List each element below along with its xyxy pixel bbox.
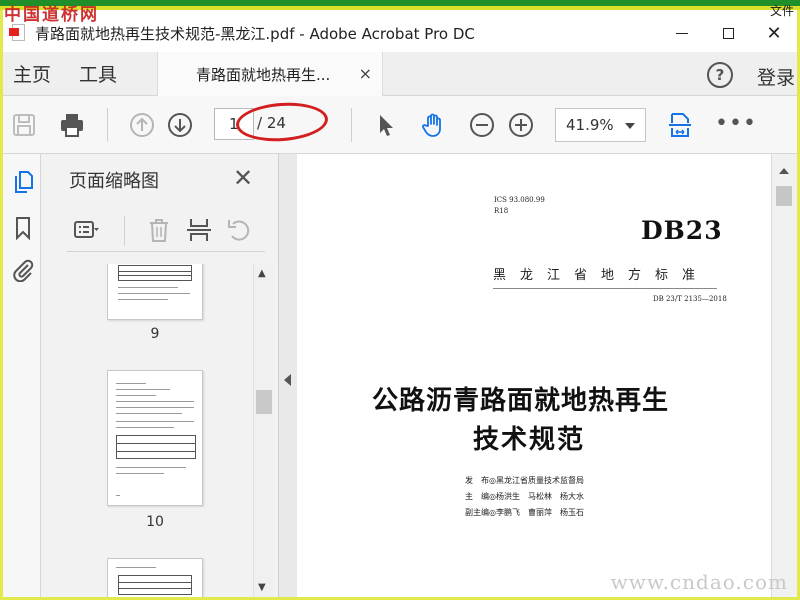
pdf-standard-number: DB 23/T 2135—2018 — [653, 295, 727, 303]
toolbar-divider — [107, 108, 108, 142]
insert-page-icon — [187, 219, 211, 241]
zoom-out-icon — [470, 113, 494, 137]
zoom-in-button[interactable] — [506, 110, 536, 140]
select-tool-button[interactable] — [371, 110, 401, 140]
frame-top-border — [0, 0, 800, 10]
scroll-up-icon[interactable]: ▲ — [258, 268, 266, 279]
tab-close-icon[interactable]: × — [359, 64, 372, 83]
bookmark-icon — [16, 217, 30, 241]
page-thumbnail[interactable] — [107, 370, 203, 506]
fit-page-icon — [669, 113, 691, 137]
more-tools-button[interactable]: ••• — [715, 111, 757, 136]
panel-collapse-strip[interactable] — [279, 154, 297, 597]
main-toolbar: 1 / 24 41.9% ••• — [3, 96, 797, 154]
watermark-top-left: 中国道桥网 — [4, 5, 99, 25]
thumbnail-scrollbar[interactable]: ▲ ▼ — [253, 264, 273, 597]
zoom-value: 41.9% — [566, 116, 614, 134]
pdf-associate-editor: 副主编◎李鹏飞 曹丽萍 杨玉石 — [465, 508, 584, 517]
attachment-icon — [13, 259, 34, 283]
pdf-title-line-2: 技术规范 — [473, 425, 586, 455]
scrollbar-thumb[interactable] — [776, 186, 792, 206]
rotate-page-button[interactable] — [225, 216, 253, 244]
pdf-chief-editor: 主 编◎杨洪生 马松林 杨大水 — [465, 492, 584, 501]
window-titlebar: 青路面就地热再生技术规范-黑龙江.pdf - Adobe Acrobat Pro… — [3, 14, 797, 52]
scrollbar-thumb[interactable] — [256, 390, 272, 414]
zoom-in-icon — [509, 113, 533, 137]
document-scrollbar[interactable] — [771, 154, 797, 597]
panel-close-icon[interactable]: ✕ — [233, 164, 253, 192]
panel-toolbar — [67, 204, 265, 252]
attachments-button[interactable] — [11, 258, 35, 283]
navigation-rail — [3, 154, 41, 597]
zoom-out-button[interactable] — [467, 110, 497, 140]
login-button[interactable]: 登录 — [757, 63, 795, 90]
thumbnail-page-number: 9 — [150, 326, 160, 342]
scroll-up-icon[interactable] — [779, 168, 789, 174]
pdf-header-rule — [493, 288, 717, 289]
pdf-province-standard: 黑龙江省地方标准 — [493, 268, 710, 283]
watermark-bottom-right: www.cndao.com — [610, 570, 788, 594]
toolbar-divider — [351, 108, 352, 142]
bookmarks-button[interactable] — [11, 216, 35, 241]
options-menu-icon — [74, 221, 99, 238]
rotate-icon — [228, 220, 250, 241]
page-thumbnails-icon — [15, 171, 33, 193]
window-title: 青路面就地热再生技术规范-黑龙江.pdf - Adobe Acrobat Pro… — [35, 24, 475, 43]
tab-tools[interactable]: 工具 — [69, 60, 117, 87]
save-button[interactable] — [9, 110, 39, 140]
pdf-ics-code: ICS 93.080.99 — [494, 196, 545, 204]
close-window-button[interactable]: ✕ — [751, 14, 797, 52]
maximize-button[interactable] — [705, 14, 751, 52]
hand-tool-button[interactable] — [419, 110, 449, 140]
thumbnail-page-number: 10 — [146, 514, 164, 530]
save-icon — [13, 114, 35, 136]
tab-document[interactable]: 青路面就地热再生... × — [157, 52, 383, 96]
pdf-standard-mark: DB23 — [641, 216, 723, 245]
minimize-button[interactable] — [659, 14, 705, 52]
page-thumbnails-panel: 页面缩略图 ✕ 9 10 — [41, 154, 279, 597]
panel-toolbar-divider — [124, 216, 125, 246]
thumbnail-list: 9 10 — [65, 264, 275, 597]
maximize-icon — [722, 27, 734, 39]
fit-page-button[interactable] — [665, 110, 695, 140]
pdf-classification-code: R18 — [494, 207, 509, 215]
trash-icon — [150, 219, 168, 242]
pdf-publisher: 发 布◎黑龙江省质量技术监督局 — [465, 476, 584, 485]
minimize-icon — [676, 32, 688, 34]
help-button[interactable]: ? — [707, 62, 733, 88]
close-icon: ✕ — [766, 22, 782, 44]
insert-page-button[interactable] — [185, 216, 213, 244]
next-page-button[interactable] — [165, 110, 195, 140]
window-controls: ✕ — [659, 14, 797, 52]
pdf-title-line-1: 公路沥青路面就地热再生 — [372, 386, 670, 416]
thumbnail-options-button[interactable] — [73, 216, 101, 244]
collapse-panel-icon[interactable] — [284, 374, 291, 386]
document-page-view[interactable]: ICS 93.080.99 R18 DB23 黑龙江省地方标准 DB 23/T … — [297, 154, 771, 597]
document-tab-label: 青路面就地热再生... — [196, 65, 331, 84]
delete-page-button[interactable] — [145, 216, 173, 244]
page-thumbnails-button[interactable] — [11, 170, 35, 194]
previous-page-button[interactable] — [127, 110, 157, 140]
zoom-level-select[interactable]: 41.9% — [555, 108, 646, 142]
tab-bar: 主页 工具 青路面就地热再生... × ? 登录 — [3, 52, 797, 96]
print-icon — [61, 114, 83, 137]
panel-title: 页面缩略图 — [69, 171, 159, 192]
page-thumbnail[interactable] — [107, 558, 203, 597]
select-cursor-icon — [380, 115, 393, 136]
chevron-down-icon — [625, 123, 635, 129]
scroll-down-icon[interactable]: ▼ — [258, 582, 266, 593]
tab-home[interactable]: 主页 — [3, 60, 51, 87]
acrobat-pdf-icon — [9, 23, 29, 43]
page-down-icon — [168, 113, 192, 137]
page-thumbnail[interactable] — [107, 264, 203, 320]
hand-tool-icon — [422, 113, 441, 137]
print-button[interactable] — [57, 110, 87, 140]
page-up-icon — [130, 113, 154, 137]
watermark-top-right: 文件 — [769, 4, 794, 18]
